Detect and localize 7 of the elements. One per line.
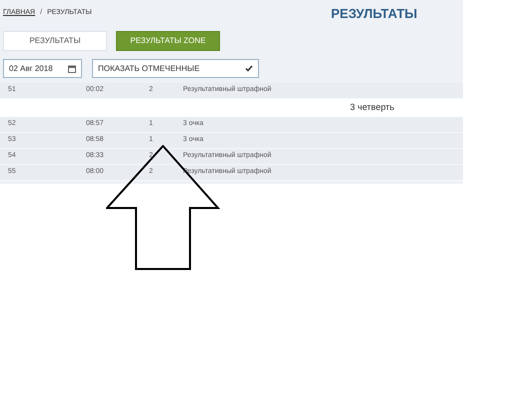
- tab[interactable]: РЕЗУЛЬТАТЫ: [3, 31, 107, 51]
- check-icon: [245, 65, 253, 72]
- period-heading: 3 четверть: [350, 101, 394, 114]
- calendar-icon: [68, 64, 76, 72]
- date-field[interactable]: 02 Авг 2018: [3, 59, 82, 78]
- filter-select[interactable]: ПОКАЗАТЬ ОТМЕЧЕННЫЕ: [92, 59, 259, 78]
- page-title: РЕЗУЛЬТАТЫ: [331, 4, 418, 23]
